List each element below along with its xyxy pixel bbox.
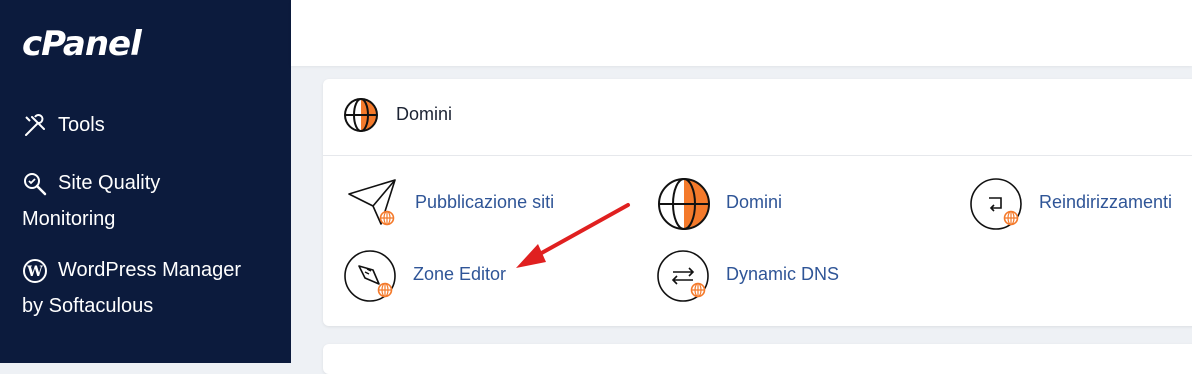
sidebar-item-wordpress-manager[interactable]: W WordPress Manager by Softaculous [22, 252, 241, 324]
next-section [323, 344, 1192, 374]
sidebar-item-tools[interactable]: Tools [22, 107, 105, 143]
redirect-icon [970, 178, 1022, 230]
tile-dynamic-dns[interactable]: Dynamic DNS [656, 248, 856, 304]
tile-label: Dynamic DNS [726, 264, 840, 284]
wordpress-icon: W [23, 258, 47, 283]
sidebar-item-site-quality[interactable]: Site Quality Monitoring [22, 165, 160, 237]
tile-label: Reindirizzamenti [1039, 192, 1173, 212]
tile-label: Pubblicazione siti [415, 192, 555, 212]
paper-plane-icon [348, 179, 396, 226]
sidebar: cPanel Tools Site Quality Monitoring W W… [0, 0, 291, 363]
globe-icon [658, 178, 710, 230]
tile-label: Domini [726, 192, 783, 212]
site-quality-icon [24, 172, 47, 195]
zone-editor-icon [344, 250, 396, 302]
cpanel-logo[interactable]: cPanel [22, 24, 142, 64]
section-title: Domini [396, 104, 453, 124]
tile-label: Zone Editor [413, 264, 507, 284]
tools-icon [25, 113, 45, 136]
tile-reindirizzamenti[interactable]: Reindirizzamenti [969, 176, 1192, 232]
svg-text:W: W [26, 264, 43, 280]
section-header[interactable]: Domini [323, 79, 1192, 156]
sidebar-item-label: Site Quality [58, 172, 161, 194]
top-bar [291, 0, 1192, 66]
tile-pubblicazione-siti[interactable]: Pubblicazione siti [345, 176, 585, 232]
sidebar-item-label-line2: by Softaculous [22, 295, 154, 317]
sidebar-item-label: Tools [58, 114, 105, 136]
tile-domini[interactable]: Domini [656, 176, 856, 232]
sidebar-item-label: WordPress Manager [58, 259, 242, 281]
globe-icon [344, 98, 378, 132]
domains-section: Domini Pubblicazione siti Domini Reindir… [323, 79, 1192, 326]
dynamic-dns-icon [657, 250, 709, 302]
tile-zone-editor[interactable]: Zone Editor [343, 248, 543, 304]
sidebar-item-label-line2: Monitoring [22, 208, 116, 230]
